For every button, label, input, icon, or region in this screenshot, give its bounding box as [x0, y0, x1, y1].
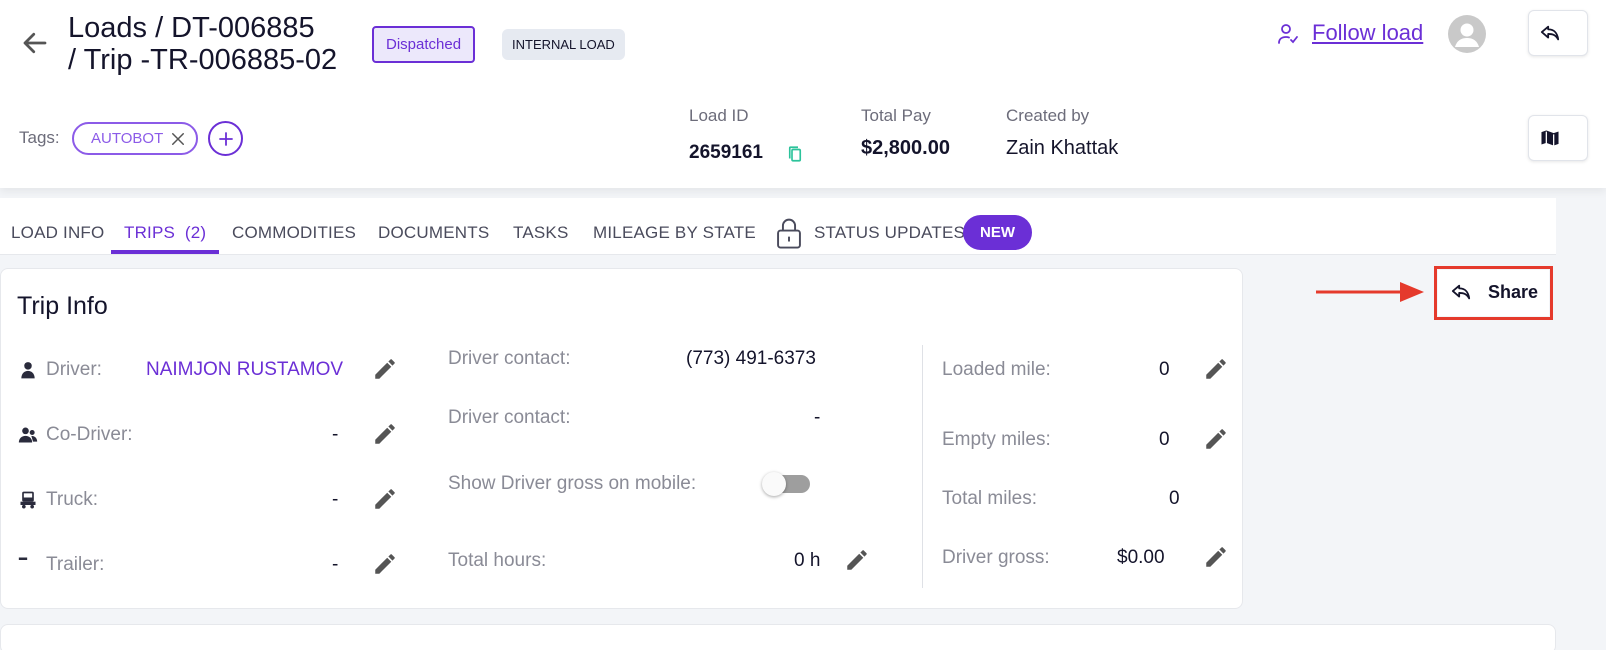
tab-load-info[interactable]: LOAD INFO	[11, 223, 104, 243]
driver-contact-value: (773) 491-6373	[686, 348, 816, 369]
back-arrow-icon[interactable]	[20, 28, 50, 58]
people-icon	[18, 427, 38, 443]
add-tag-button[interactable]	[208, 121, 243, 156]
load-id-value: 2659161	[689, 142, 763, 163]
tag-chip[interactable]: AUTOBOT	[72, 122, 198, 155]
follow-user-icon[interactable]	[1276, 22, 1300, 46]
loaded-mile-label: Loaded mile:	[942, 359, 1051, 380]
tab-trips[interactable]: TRIPS (2)	[124, 223, 206, 243]
driver-contact-label: Driver contact:	[448, 348, 571, 369]
edit-co-driver-pencil-icon[interactable]	[372, 421, 398, 447]
edit-trailer-pencil-icon[interactable]	[372, 551, 398, 577]
tab-commodities[interactable]: COMMODITIES	[232, 223, 356, 243]
edit-driver-gross-pencil-icon[interactable]	[1203, 544, 1229, 570]
trailer-icon	[18, 557, 28, 560]
truck-label: Truck:	[46, 489, 99, 510]
share-side-button[interactable]	[1528, 10, 1588, 56]
tags-label: Tags:	[19, 128, 60, 147]
empty-miles-value: 0	[1159, 429, 1170, 450]
truck-icon	[20, 491, 36, 509]
created-by-value: Zain Khattak	[1006, 137, 1119, 159]
active-tab-indicator	[111, 250, 219, 254]
total-hours-label: Total hours:	[448, 550, 547, 571]
plus-icon	[218, 131, 233, 146]
edit-truck-pencil-icon[interactable]	[372, 486, 398, 512]
total-miles-value: 0	[1169, 488, 1180, 509]
tab-tasks[interactable]: TASKS	[513, 223, 568, 243]
edit-total-hours-pencil-icon[interactable]	[844, 547, 870, 573]
total-miles-label: Total miles:	[942, 488, 1038, 509]
empty-miles-label: Empty miles:	[942, 429, 1051, 450]
co-driver-label: Co-Driver:	[46, 424, 133, 445]
share-label: Share	[1488, 282, 1539, 302]
remove-tag-icon[interactable]	[169, 130, 187, 148]
trip-info-title: Trip Info	[17, 292, 108, 320]
reply-icon	[1451, 284, 1471, 300]
tag-label: AUTOBOT	[91, 130, 164, 147]
map-icon	[1540, 129, 1560, 147]
show-driver-gross-toggle[interactable]	[762, 472, 810, 496]
show-driver-gross-label: Show Driver gross on mobile:	[448, 473, 697, 494]
total-pay-label: Total Pay	[861, 106, 931, 125]
driver-contact-2-value: -	[814, 407, 821, 428]
trailer-value: -	[332, 554, 339, 575]
trip-info-card	[0, 268, 1243, 609]
trailer-label: Trailer:	[46, 554, 105, 575]
tab-documents[interactable]: DOCUMENTS	[378, 223, 489, 243]
new-badge: NEW	[963, 215, 1032, 250]
truck-value: -	[332, 489, 339, 510]
driver-name[interactable]: NAIMJON RUSTAMOV	[146, 359, 343, 381]
driver-contact-2-label: Driver contact:	[448, 407, 571, 428]
edit-loaded-mile-pencil-icon[interactable]	[1203, 356, 1229, 382]
avatar[interactable]	[1448, 15, 1486, 53]
follow-load-link[interactable]: Follow load	[1312, 20, 1423, 46]
reply-icon	[1540, 25, 1560, 41]
driver-gross-value: $0.00	[1117, 547, 1165, 568]
page-title-line2: / Trip -TR-006885-02	[68, 44, 338, 76]
load-type-badge: INTERNAL LOAD	[502, 29, 625, 60]
share-button[interactable]: Share	[1438, 270, 1549, 316]
driver-label: Driver:	[46, 359, 102, 380]
copy-icon[interactable]	[786, 145, 804, 163]
loaded-mile-value: 0	[1159, 359, 1170, 380]
map-side-button[interactable]	[1528, 115, 1588, 161]
next-section-card	[0, 624, 1556, 650]
created-by-label: Created by	[1006, 106, 1090, 125]
edit-driver-pencil-icon[interactable]	[372, 356, 398, 382]
annotation-arrow-icon	[1316, 282, 1424, 302]
toggle-knob	[762, 472, 786, 496]
total-pay-value: $2,800.00	[861, 137, 950, 159]
person-icon	[21, 362, 35, 379]
column-divider	[922, 345, 923, 588]
user-avatar-icon	[1455, 23, 1479, 47]
lock-icon	[777, 218, 801, 249]
co-driver-value: -	[332, 424, 339, 445]
driver-gross-label: Driver gross:	[942, 547, 1050, 568]
total-hours-value: 0 h	[794, 550, 821, 571]
page-title: Loads / DT-006885 / Trip -TR-006885-02	[68, 12, 337, 76]
status-badge: Dispatched	[372, 26, 476, 63]
page-title-line1: Loads / DT-006885	[68, 12, 315, 44]
load-id-label: Load ID	[689, 106, 749, 125]
tab-mileage-by-state[interactable]: MILEAGE BY STATE	[593, 223, 756, 243]
edit-empty-miles-pencil-icon[interactable]	[1203, 426, 1229, 452]
load-header: Loads / DT-006885 / Trip -TR-006885-02 D…	[0, 0, 1606, 188]
tab-status-updates[interactable]: STATUS UPDATES	[814, 223, 965, 243]
